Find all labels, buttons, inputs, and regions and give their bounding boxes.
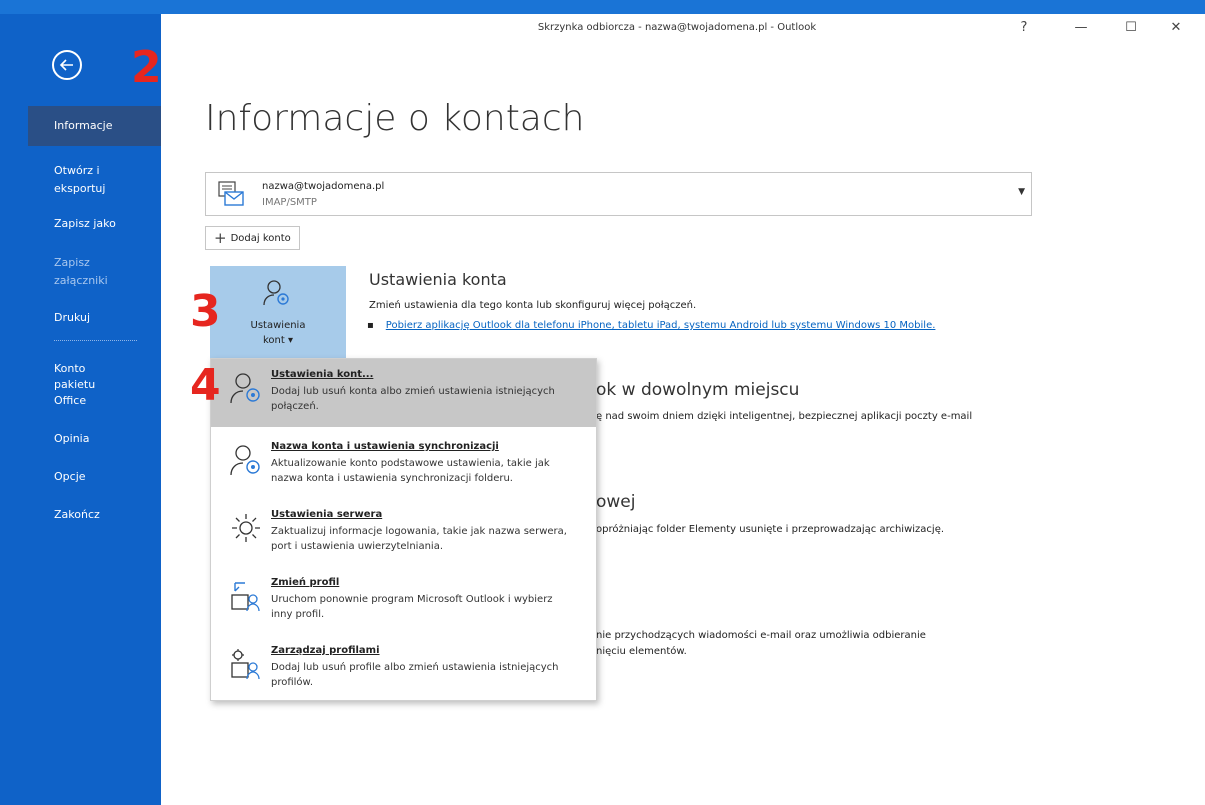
account-settings-menu: Ustawienia kont... Dodaj lub usuń konta … [210,358,597,701]
mailbox-section-heading: owej [596,492,636,512]
annotation-step-4: 4 [190,360,221,411]
account-type: IMAP/SMTP [262,197,317,208]
add-account-button[interactable]: + Dodaj konto [205,226,300,250]
minimize-button[interactable]: — [1066,20,1096,35]
menu-item-change-profile[interactable]: Zmień profil Uruchom ponownie program Mi… [211,567,596,635]
mobile-app-link[interactable]: ▪ Pobierz aplikację Outlook dla telefonu … [367,320,935,331]
desktop-strip [0,0,1205,14]
rules-section-description-line1: nie przychodzących wiadomości e-mail ora… [596,630,926,641]
backstage-sidebar: Informacje Otwórz i eksportuj Zapisz jak… [28,14,161,805]
sidebar-item-opcje[interactable]: Opcje [28,469,161,485]
account-settings-button[interactable]: Ustawienia kont ▾ [210,266,346,358]
account-settings-description: Zmień ustawienia dla tego konta lub skon… [369,300,697,311]
chevron-down-icon: ▼ [1018,187,1025,197]
account-settings-label: Ustawienia kont ▾ [210,318,346,348]
profile-gear-icon [231,649,260,680]
sidebar-item-informacje[interactable]: Informacje [28,106,161,146]
plus-icon: + [214,229,227,247]
sidebar-item-zakoncz[interactable]: Zakończ [28,507,161,523]
menu-item-title: Zarządzaj profilami [271,645,380,656]
menu-item-server-settings[interactable]: Ustawienia serwera Zaktualizuj informacj… [211,499,596,567]
close-button[interactable]: ✕ [1161,20,1191,35]
sidebar-item-otworz-eksportuj[interactable]: Otwórz i eksportuj [28,162,128,198]
user-gear-icon [263,280,289,306]
sidebar-item-drukuj[interactable]: Drukuj [28,310,161,326]
menu-item-title: Ustawienia kont... [271,369,374,380]
window-frame: Informacje Otwórz i eksportuj Zapisz jak… [0,0,1205,805]
arrow-left-icon [59,59,73,71]
sidebar-nav: Informacje Otwórz i eksportuj Zapisz jak… [28,106,161,523]
account-settings-label-line1: Ustawienia [250,320,306,331]
menu-item-account-settings[interactable]: Ustawienia kont... Dodaj lub usuń konta … [211,359,596,427]
page-title: Informacje o kontach [205,98,585,139]
bullet: ▪ [367,320,374,331]
annotation-step-2: 2 [131,42,162,93]
account-settings-heading: Ustawienia konta [369,270,507,289]
backstage-main: Skrzynka odbiorcza - nazwa@twojadomena.p… [161,14,1205,805]
account-settings-label-line2: kont ▾ [262,335,293,346]
maximize-button[interactable]: ☐ [1116,20,1146,35]
mailbox-section-description: opróżniając folder Elementy usunięte i p… [596,524,945,535]
menu-item-description: Dodaj lub usuń konta albo zmień ustawien… [271,386,555,412]
sidebar-item-opinia[interactable]: Opinia [28,431,161,447]
account-email: nazwa@twojadomena.pl [262,181,385,192]
user-gear-icon [230,445,260,476]
menu-item-manage-profiles[interactable]: Zarządzaj profilami Dodaj lub usuń profi… [211,635,596,703]
help-button[interactable]: ? [1009,20,1039,35]
menu-item-account-name-sync[interactable]: Nazwa konta i ustawienia synchronizacji … [211,431,596,499]
rules-section-description-line2: nięciu elementów. [596,646,687,657]
sidebar-item-konto-office[interactable]: Konto pakietu Office [28,361,118,409]
menu-item-title: Ustawienia serwera [271,509,383,520]
menu-item-title: Zmień profil [271,577,340,588]
sidebar-item-zapisz-zalaczniki[interactable]: Zapisz załączniki [28,254,128,290]
mail-account-icon [218,181,244,206]
sidebar-divider [54,340,137,341]
menu-item-title: Nazwa konta i ustawienia synchronizacji [271,441,499,452]
annotation-step-3: 3 [190,286,221,337]
sidebar-item-zapisz-jako[interactable]: Zapisz jako [28,216,161,232]
gear-icon [232,514,260,542]
mobile-app-link-text: Pobierz aplikację Outlook dla telefonu i… [385,320,936,331]
mobile-section-description: ę nad swoim dniem dzięki inteligentnej, … [596,411,973,422]
title-bar: Skrzynka odbiorcza - nazwa@twojadomena.p… [161,14,1193,46]
menu-item-description: Aktualizowanie konto podstawowe ustawien… [271,458,550,484]
account-selector[interactable]: nazwa@twojadomena.pl IMAP/SMTP ▼ [205,172,1032,216]
menu-item-description: Uruchom ponownie program Microsoft Outlo… [271,594,553,620]
mobile-section-heading: ok w dowolnym miejscu [596,380,800,400]
menu-item-description: Zaktualizuj informacje logowania, takie … [271,526,567,552]
user-gear-icon [230,373,260,404]
menu-item-description: Dodaj lub usuń profile albo zmień ustawi… [271,662,559,688]
back-button[interactable] [52,50,82,80]
add-account-label: Dodaj konto [230,232,291,244]
switch-profile-icon [231,582,260,612]
